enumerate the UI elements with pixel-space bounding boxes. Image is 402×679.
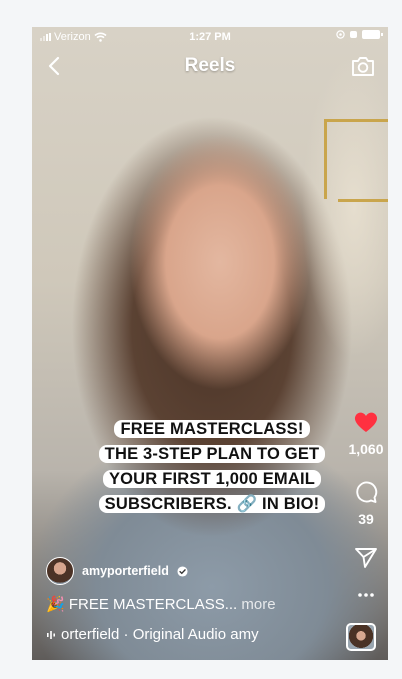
- like-count: 1,060: [348, 441, 384, 457]
- comment-count: 39: [358, 511, 374, 527]
- comment-button[interactable]: 39: [344, 480, 388, 527]
- heart-icon: [354, 412, 378, 432]
- reels-screen: Verizon 1:27 PM Reels FREE MASTERCLASS! …: [32, 27, 388, 660]
- status-bar: Verizon 1:27 PM: [32, 27, 388, 47]
- camera-icon[interactable]: [350, 54, 376, 78]
- audio-icon: [47, 630, 55, 639]
- verified-icon: [177, 565, 188, 577]
- page-title: Reels: [184, 55, 236, 76]
- status-time: 1:27 PM: [189, 31, 231, 43]
- battery-icon: [362, 30, 383, 39]
- audio-info[interactable]: orterfield · Original Audio amy: [46, 626, 259, 643]
- avatar[interactable]: [46, 557, 74, 585]
- audio-thumbnail[interactable]: [346, 623, 376, 651]
- background-shelf: [324, 119, 388, 122]
- like-button[interactable]: 1,060: [344, 410, 388, 457]
- background-shelf: [338, 199, 388, 202]
- post-caption[interactable]: 🎉 FREE MASTERCLASS... more: [46, 595, 276, 613]
- video-caption-line: FREE MASTERCLASS!: [114, 420, 310, 438]
- more-link[interactable]: more: [241, 596, 275, 613]
- more-icon: [358, 593, 374, 597]
- username[interactable]: amyporterfield: [82, 564, 169, 578]
- share-icon: [355, 548, 377, 568]
- author-row[interactable]: amyporterfield: [46, 557, 188, 585]
- more-options-button[interactable]: [344, 585, 388, 603]
- alarm-icon: [350, 31, 357, 38]
- video-caption-line: YOUR FIRST 1,000 EMAIL: [102, 470, 322, 488]
- video-caption-line: SUBSCRIBERS. 🔗 IN BIO!: [98, 495, 326, 513]
- caption-text: 🎉 FREE MASTERCLASS...: [46, 596, 238, 613]
- video-caption-line: THE 3-STEP PLAN TO GET: [98, 445, 326, 463]
- audio-label: orterfield · Original Audio amy: [61, 626, 259, 643]
- share-button[interactable]: [344, 547, 388, 574]
- video-caption-overlay: FREE MASTERCLASS! THE 3-STEP PLAN TO GET…: [96, 417, 328, 517]
- background-shelf: [324, 119, 327, 199]
- comment-icon: [356, 481, 378, 503]
- location-icon: [336, 30, 345, 39]
